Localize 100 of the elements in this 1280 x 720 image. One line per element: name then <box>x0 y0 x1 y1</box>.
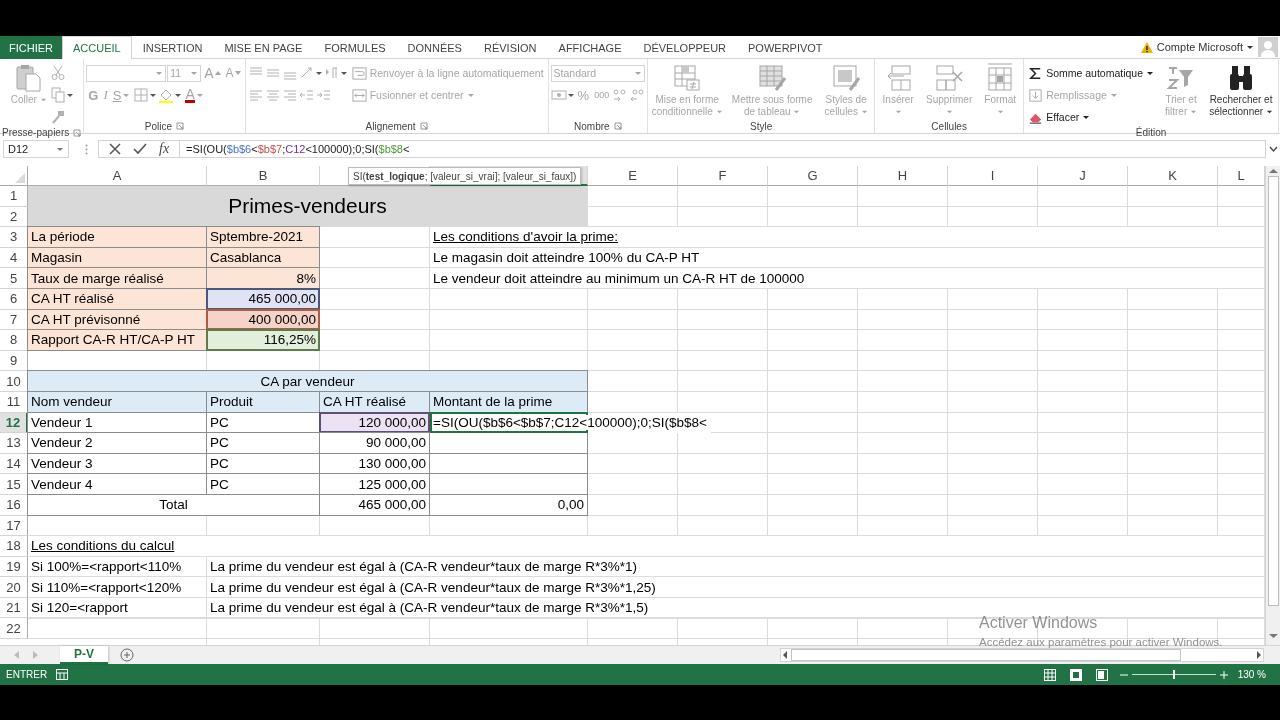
grid-view-icon[interactable] <box>1043 668 1056 681</box>
table-cell[interactable]: La période <box>27 226 207 248</box>
group-label: Police <box>144 120 173 132</box>
row-header[interactable]: 21 <box>0 597 28 619</box>
row-header[interactable]: 9 <box>0 350 28 372</box>
ribbon-tab[interactable]: DÉVELOPPEUR <box>632 36 738 59</box>
group-label: Cellules <box>931 120 967 132</box>
page-layout-icon[interactable] <box>1069 668 1082 681</box>
row-header[interactable]: 17 <box>0 515 28 537</box>
check-icon[interactable] <box>133 143 147 155</box>
column-header[interactable]: L <box>1218 166 1265 186</box>
active-cell[interactable]: =SI(OU($b$6<$b$7;C12<100000);0;SI($b$8< <box>430 412 711 434</box>
scroll-left-icon[interactable] <box>781 649 789 661</box>
ribbon-tab[interactable]: AFFICHAGE <box>547 36 633 59</box>
warning-icon <box>1139 40 1154 54</box>
select-all-icon[interactable] <box>15 173 25 183</box>
table-cell[interactable]: 465 000,00 <box>206 287 320 310</box>
delete-cells-icon <box>933 62 966 94</box>
fill-down-icon <box>1028 87 1044 103</box>
column-header[interactable]: K <box>1128 166 1218 186</box>
row-header[interactable]: 2 <box>0 206 28 228</box>
name-box[interactable]: D12 <box>3 140 69 158</box>
scroll-down-icon[interactable] <box>1268 633 1278 639</box>
dialog-launcher-icon[interactable] <box>73 128 82 137</box>
ribbon-tab[interactable]: POWERPIVOT <box>737 36 834 59</box>
row-header[interactable]: 1 <box>0 186 28 207</box>
column-header[interactable]: H <box>858 166 948 186</box>
dialog-launcher-icon[interactable] <box>176 122 185 130</box>
ribbon-button[interactable]: Somme automatique <box>1026 65 1157 81</box>
zoom-in-icon[interactable] <box>1219 670 1228 679</box>
row-header[interactable]: 19 <box>0 556 28 578</box>
ribbon-button[interactable]: Rechercher et sélectionner <box>1206 61 1277 127</box>
caret-icon <box>633 69 642 77</box>
page-break-icon[interactable] <box>1095 668 1108 681</box>
table-cell[interactable]: Rapport CA-R HT/CA-P HT <box>27 329 207 351</box>
caret-icon <box>1246 43 1254 51</box>
left-arrow-icon[interactable] <box>14 651 19 659</box>
table-cell[interactable]: 8% <box>206 267 320 289</box>
group-label: Style <box>750 120 773 132</box>
zoom-level[interactable]: 130 % <box>1227 669 1280 680</box>
table-cell[interactable]: Taux de marge réalisé <box>27 267 207 289</box>
avatar-icon[interactable] <box>1258 37 1278 57</box>
scroll-up-icon[interactable] <box>1268 168 1278 174</box>
table-cell[interactable]: Casablanca <box>206 246 320 269</box>
close-icon[interactable] <box>109 143 121 155</box>
table-cell[interactable]: 120 000,00 <box>319 411 430 434</box>
table-cell[interactable]: CA par vendeur <box>27 370 588 392</box>
ribbon-tab[interactable]: DONNÉES <box>396 36 473 59</box>
ribbon-tab[interactable]: ACCUEIL <box>62 36 132 59</box>
table-cell[interactable]: Produit <box>206 390 320 413</box>
row-header[interactable]: 18 <box>0 536 28 557</box>
ribbon-tab[interactable]: FORMULES <box>313 36 397 59</box>
wrap-text-icon <box>351 65 367 81</box>
column-header[interactable]: I <box>948 166 1038 186</box>
table-cell[interactable]: CA HT réalisé <box>27 287 207 310</box>
row-header[interactable]: 12 <box>0 412 28 434</box>
ribbon-tab[interactable]: MISE EN PAGE <box>213 36 314 59</box>
table-cell[interactable]: Nom vendeur <box>27 390 207 413</box>
expand-icon[interactable] <box>1268 146 1278 152</box>
scroll-right-icon[interactable] <box>1255 649 1263 661</box>
caret-icon <box>56 145 64 153</box>
formula-field[interactable]: =SI(OU($b$6<$b$7;C12<100000);0;SI($b$8< <box>179 140 1266 158</box>
sheet-tab[interactable]: P-V <box>60 645 108 664</box>
table-cell[interactable]: 116,25% <box>206 329 320 351</box>
add-sheet-icon[interactable] <box>120 648 134 662</box>
ribbon-button[interactable]: Effacer <box>1026 109 1093 125</box>
table-cell[interactable]: Sptembre-2021 <box>206 226 320 248</box>
table-cell[interactable]: Total <box>27 493 320 516</box>
table-cell[interactable]: 400 000,00 <box>206 308 320 331</box>
column-header[interactable]: J <box>1038 166 1128 186</box>
column-header[interactable]: A <box>28 166 207 186</box>
caret-icon <box>155 69 164 77</box>
dialog-launcher-icon[interactable] <box>613 122 622 130</box>
table-cell[interactable]: CA HT prévisonné <box>27 308 207 331</box>
merge-icon <box>351 87 367 103</box>
column-header[interactable]: F <box>678 166 768 186</box>
column-header[interactable]: B <box>207 166 320 186</box>
sheet-title[interactable]: Primes-vendeurs <box>28 186 588 228</box>
column-header[interactable]: E <box>588 166 678 186</box>
ribbon-tab[interactable]: RÉVISION <box>472 36 548 59</box>
caret-icon <box>190 69 199 77</box>
scrollbar-thumb[interactable] <box>1267 176 1279 606</box>
ribbon-tab[interactable]: INSERTION <box>131 36 214 59</box>
macro-record-icon[interactable] <box>56 669 68 680</box>
table-cell[interactable]: Magasin <box>27 246 207 269</box>
down-caret-icon <box>234 70 241 76</box>
file-tab[interactable]: FICHIER <box>0 36 62 59</box>
row-header[interactable]: 20 <box>0 577 28 598</box>
scrollbar-thumb[interactable] <box>791 649 1181 661</box>
status-text: ENTRER <box>5 669 49 680</box>
account-button[interactable]: Compte Microsoft <box>1139 40 1254 54</box>
table-cell[interactable]: Montant de la prime <box>429 390 588 413</box>
dialog-launcher-icon[interactable] <box>419 122 428 130</box>
row-header[interactable]: 22 <box>0 618 28 640</box>
right-arrow-icon[interactable] <box>33 651 38 659</box>
group-label: Édition <box>1135 127 1167 138</box>
function-button[interactable]: fx <box>159 141 170 157</box>
column-header[interactable]: G <box>768 166 858 186</box>
slider-thumb[interactable] <box>1172 670 1175 679</box>
table-cell[interactable]: 0,00 <box>429 493 588 516</box>
